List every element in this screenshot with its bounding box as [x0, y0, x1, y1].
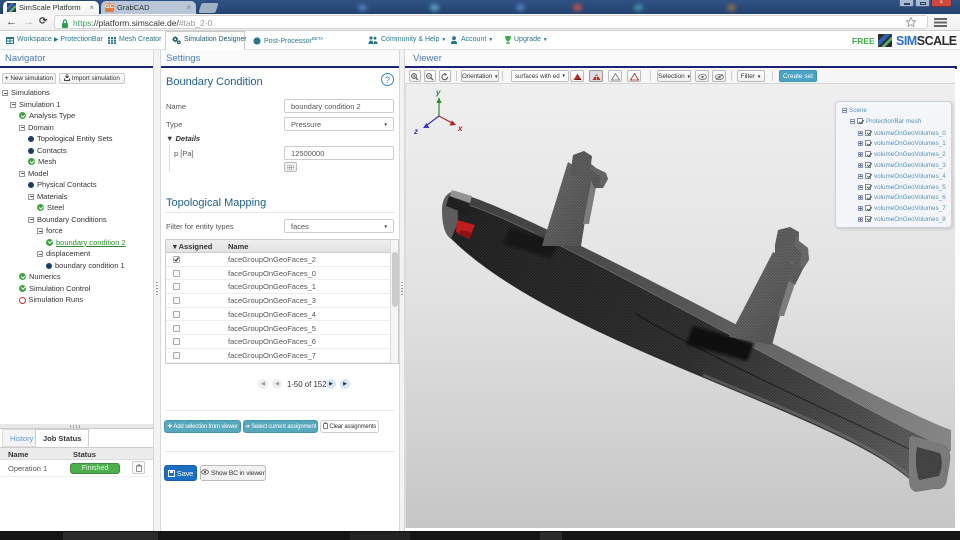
svg-text:y: y	[435, 88, 441, 97]
svg-text:z: z	[413, 127, 418, 136]
svg-text:x: x	[457, 124, 463, 133]
